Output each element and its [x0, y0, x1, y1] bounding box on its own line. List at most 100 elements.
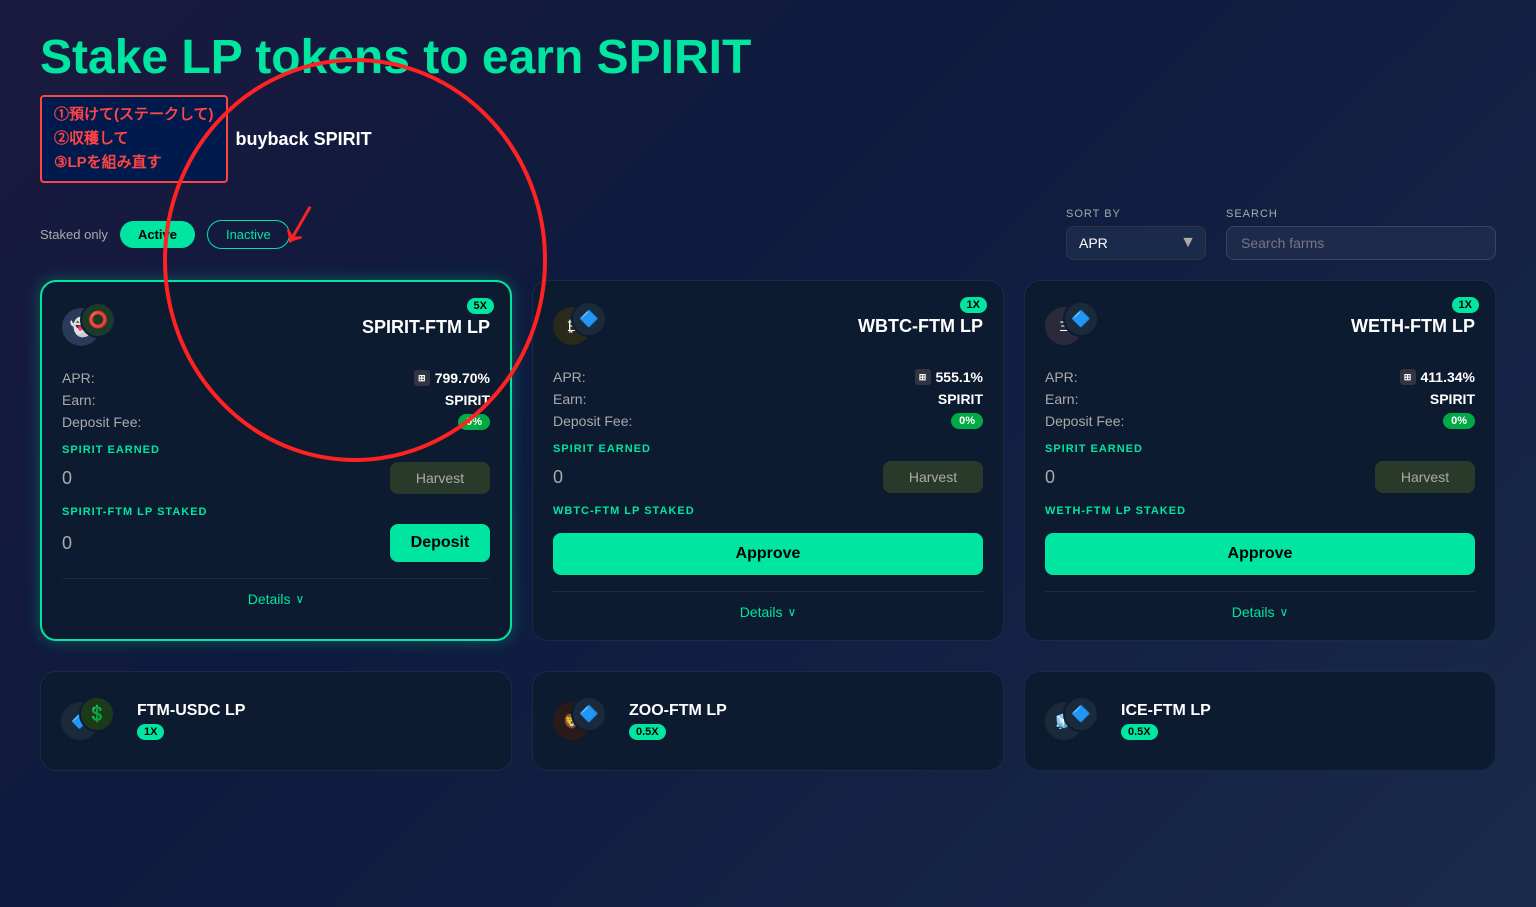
annotation-line2: ②収穫して [54, 127, 214, 151]
card-header: Ξ 🔷 WETH-FTM LP [1045, 301, 1475, 351]
approve-button[interactable]: Approve [1045, 533, 1475, 575]
apr-row: APR: ⊞ 799.70% [62, 370, 490, 386]
staked-only-label: Staked only [40, 227, 108, 242]
earn-row: Earn: SPIRIT [62, 392, 490, 408]
earn-row: Earn: SPIRIT [553, 391, 983, 407]
deposit-fee-badge: 0% [951, 413, 983, 429]
deposit-fee-badge: 0% [458, 414, 490, 430]
multiplier-badge: 5X [467, 298, 494, 314]
sort-wrapper: APR Multiplier Earned Total staked ▼ [1066, 226, 1206, 260]
staked-section: WBTC-FTM LP STAKED Approve [553, 505, 983, 575]
staked-section: SPIRIT-FTM LP STAKED 0 Deposit [62, 506, 490, 562]
harvest-button[interactable]: Harvest [883, 461, 983, 493]
earned-row: 0 Harvest [1045, 461, 1475, 493]
inactive-tab[interactable]: Inactive [207, 220, 290, 249]
apr-value: ⊞ 411.34% [1400, 369, 1476, 385]
earned-amount: 0 [62, 468, 72, 489]
farm-card-ftm-usdc: 🔷 💲 FTM-USDC LP 1X [40, 671, 512, 771]
staked-amount: 0 [62, 533, 72, 554]
deposit-fee-label: Deposit Fee: [1045, 413, 1124, 429]
annotation-box: ①預けて(ステークして) ②収穫して ③LPを組み直す [40, 95, 228, 183]
farm-card-wbtc-ftm: ₿ 🔷 WBTC-FTM LP 1X APR: ⊞ 555.1% Earn: S… [532, 280, 1004, 641]
staked-label: WETH-FTM LP STAKED [1045, 505, 1475, 517]
card-stats: APR: ⊞ 799.70% Earn: SPIRIT Deposit Fee:… [62, 370, 490, 430]
farm-title: WBTC-FTM LP [623, 316, 983, 337]
annotation-line1: ①預けて(ステークして) [54, 103, 214, 127]
token-icon-ftm2: 🔷 [571, 301, 607, 337]
multiplier-badge: 1X [137, 724, 164, 740]
details-text: Details [740, 604, 783, 620]
earn-label: Earn: [62, 392, 95, 408]
earn-label: Earn: [553, 391, 586, 407]
deposit-button[interactable]: Deposit [390, 524, 490, 562]
farm-card-zoo-ftm: 🦁 🔷 ZOO-FTM LP 0.5X [532, 671, 1004, 771]
apr-value: ⊞ 799.70% [414, 370, 490, 386]
apr-number: 555.1% [936, 369, 983, 385]
apr-row: APR: ⊞ 555.1% [553, 369, 983, 385]
staked-label: WBTC-FTM LP STAKED [553, 505, 983, 517]
earn-row: Earn: SPIRIT [1045, 391, 1475, 407]
multiplier-badge: 1X [1452, 297, 1479, 313]
apr-label: APR: [553, 369, 586, 385]
farms-grid: 👻 ⭕ SPIRIT-FTM LP 5X APR: ⊞ 799.70% Earn… [0, 280, 1536, 671]
multiplier-badge: 1X [960, 297, 987, 313]
farm-name: FTM-USDC LP [137, 702, 245, 720]
earn-label: Earn: [1045, 391, 1078, 407]
harvest-button[interactable]: Harvest [390, 462, 490, 494]
sort-select[interactable]: APR Multiplier Earned Total staked [1066, 226, 1206, 260]
earn-value: SPIRIT [938, 391, 983, 407]
details-text: Details [248, 591, 291, 607]
card-stats: APR: ⊞ 555.1% Earn: SPIRIT Deposit Fee: … [553, 369, 983, 429]
details-row[interactable]: Details ∨ [1045, 604, 1475, 620]
earned-section: SPIRIT EARNED 0 Harvest [553, 443, 983, 493]
token-icons: 🔷 💲 [61, 696, 121, 746]
sort-group: SORT BY APR Multiplier Earned Total stak… [1066, 208, 1206, 260]
deposit-fee-row: Deposit Fee: 0% [553, 413, 983, 429]
approve-button[interactable]: Approve [553, 533, 983, 575]
bottom-farm-title: FTM-USDC LP 1X [137, 702, 245, 740]
earn-value: SPIRIT [1430, 391, 1475, 407]
farm-card-spirit-ftm: 👻 ⭕ SPIRIT-FTM LP 5X APR: ⊞ 799.70% Earn… [40, 280, 512, 641]
earned-row: 0 Harvest [553, 461, 983, 493]
earned-amount: 0 [553, 467, 563, 488]
staked-section: WETH-FTM LP STAKED Approve [1045, 505, 1475, 575]
earned-row: 0 Harvest [62, 462, 490, 494]
earned-section: SPIRIT EARNED 0 Harvest [1045, 443, 1475, 493]
apr-number: 411.34% [1421, 369, 1476, 385]
left-controls: Staked only Active Inactive [40, 220, 290, 249]
token-icons: ₿ 🔷 [553, 301, 613, 351]
token-icons: 👻 ⭕ [62, 302, 122, 352]
bottom-farms-row: 🔷 💲 FTM-USDC LP 1X 🦁 🔷 ZOO-FTM LP 0.5X 🧊… [0, 671, 1536, 791]
farm-name: ICE-FTM LP [1121, 702, 1211, 720]
token-icon-ftm: 🔷 [571, 696, 607, 732]
apr-icon: ⊞ [414, 370, 430, 386]
token-icons: Ξ 🔷 [1045, 301, 1105, 351]
earned-label: SPIRIT EARNED [1045, 443, 1475, 455]
details-row[interactable]: Details ∨ [62, 591, 490, 607]
right-controls: SORT BY APR Multiplier Earned Total stak… [1066, 208, 1496, 260]
earned-amount: 0 [1045, 467, 1055, 488]
search-label: SEARCH [1226, 208, 1496, 220]
search-input[interactable] [1226, 226, 1496, 260]
deposit-fee-row: Deposit Fee: 0% [62, 414, 490, 430]
token-icon-ftm: ⭕ [80, 302, 116, 338]
multiplier-badge: 0.5X [629, 724, 666, 740]
harvest-button[interactable]: Harvest [1375, 461, 1475, 493]
earned-section: SPIRIT EARNED 0 Harvest [62, 444, 490, 494]
apr-label: APR: [62, 370, 95, 386]
token-icons: 🦁 🔷 [553, 696, 613, 746]
apr-label: APR: [1045, 369, 1078, 385]
details-row[interactable]: Details ∨ [553, 604, 983, 620]
earned-label: SPIRIT EARNED [62, 444, 490, 456]
card-header: 👻 ⭕ SPIRIT-FTM LP [62, 302, 490, 352]
active-tab[interactable]: Active [120, 221, 195, 248]
farm-name: ZOO-FTM LP [629, 702, 727, 720]
deposit-fee-label: Deposit Fee: [553, 413, 632, 429]
apr-value: ⊞ 555.1% [915, 369, 983, 385]
apr-row: APR: ⊞ 411.34% [1045, 369, 1475, 385]
apr-icon: ⊞ [1400, 369, 1416, 385]
page-title: Stake LP tokens to earn SPIRIT [40, 30, 1496, 85]
deposit-fee-row: Deposit Fee: 0% [1045, 413, 1475, 429]
multiplier-badge: 0.5X [1121, 724, 1158, 740]
earned-label: SPIRIT EARNED [553, 443, 983, 455]
